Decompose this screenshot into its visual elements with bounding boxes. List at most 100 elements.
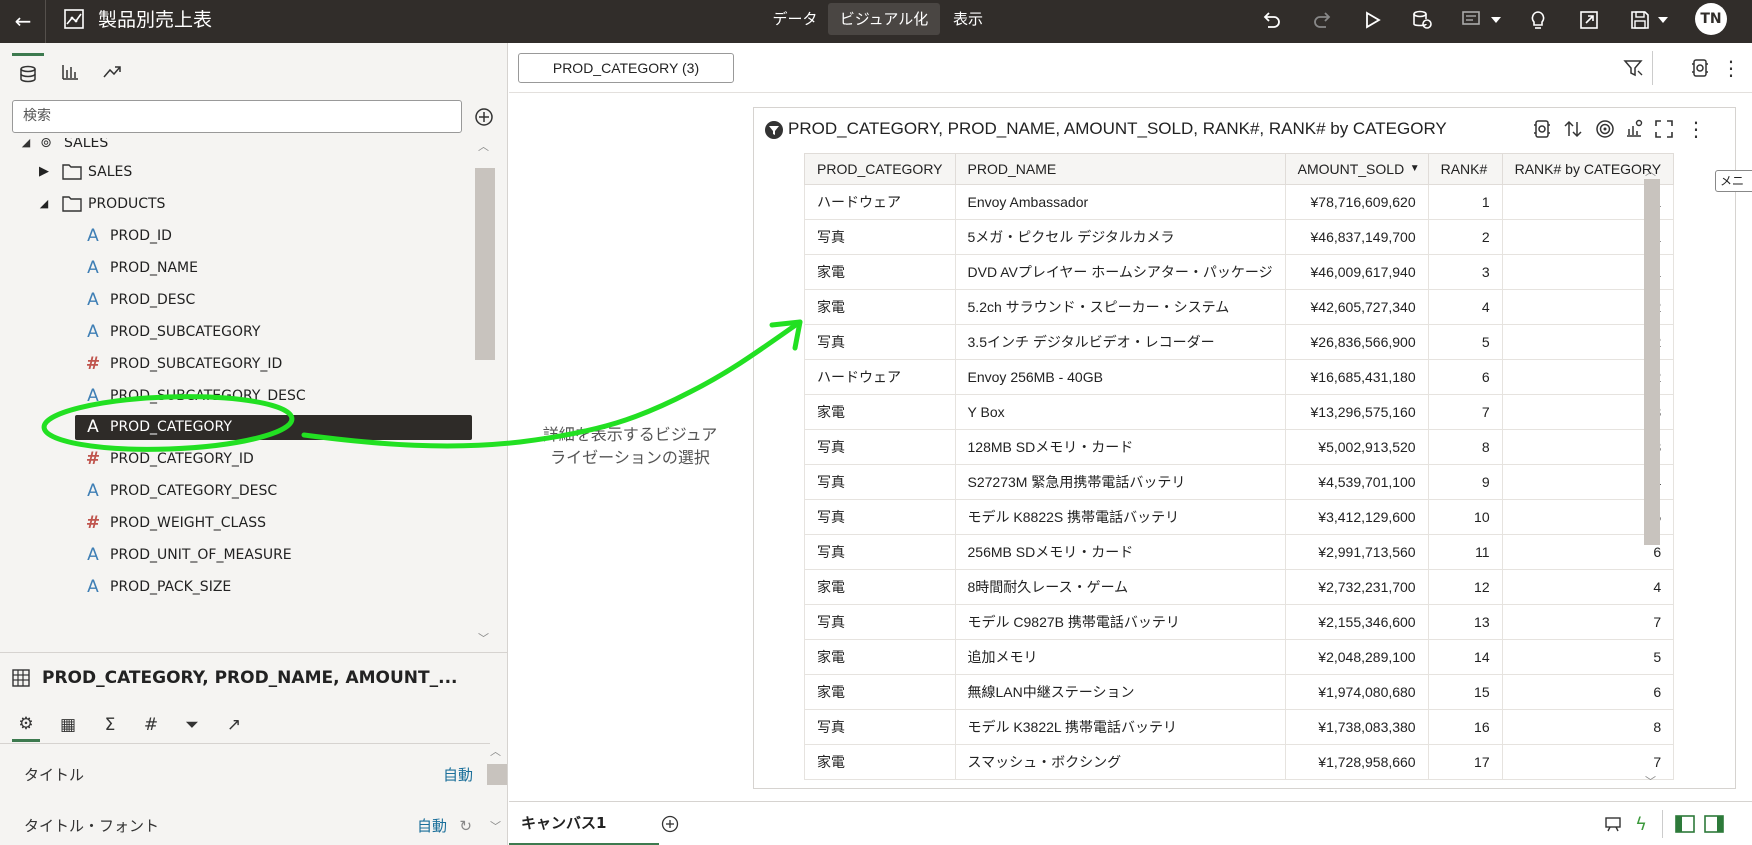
scrollbar-thumb[interactable] xyxy=(487,764,507,785)
table-cell[interactable]: 無線LAN中継ステーション xyxy=(954,674,1286,710)
redo-icon[interactable] xyxy=(1310,7,1336,33)
table-row[interactable]: ハードウェア Envoy 256MB - 40GB ¥16,685,431,180 6… xyxy=(804,359,1675,395)
table-row[interactable]: 写真 モデル K3822L 携帯電話バッテリ ¥1,738,083,380 16 8 xyxy=(804,709,1675,745)
table-row[interactable]: 家電Y Box¥13,296,575,16073 xyxy=(804,394,1675,430)
table-cell[interactable]: 5.2ch サラウンド・スピーカー・システム xyxy=(954,289,1286,325)
table-cell[interactable]: 家電 xyxy=(804,744,956,780)
tree-item-prod-subcategory-desc[interactable]: A PROD_SUBCATEGORY_DESC xyxy=(0,381,476,411)
filter-funnel-icon[interactable] xyxy=(764,120,784,140)
right-panel-toggle-icon[interactable] xyxy=(1703,813,1725,835)
tab-present[interactable]: 表示 xyxy=(942,3,994,35)
table-row[interactable]: 家電 DVD AVプレイヤー ホームシアター・パッケージ ¥46,009,617,9… xyxy=(804,254,1675,290)
tree-item-prod-subcategory-id[interactable]: # PROD_SUBCATEGORY_ID xyxy=(0,349,476,379)
table-cell[interactable]: 3.5インチ デジタルビデオ・レコーダー xyxy=(954,324,1286,360)
comment-icon[interactable] xyxy=(1458,7,1484,33)
table-cell[interactable]: 2 xyxy=(1427,219,1503,255)
gear-icon[interactable]: ⚙ xyxy=(12,708,40,742)
table-cell[interactable]: 家電 xyxy=(804,569,956,605)
tree-item-prod-unit-of-measure[interactable]: A PROD_UNIT_OF_MEASURE xyxy=(0,540,476,570)
table-cell[interactable]: 写真 xyxy=(804,709,956,745)
table-icon[interactable]: ▦ xyxy=(54,708,82,742)
table-cell[interactable]: ¥78,716,609,620 xyxy=(1284,184,1429,220)
tree-item-folder-sales[interactable]: ▶ SALES xyxy=(0,157,476,187)
scrollbar-thumb[interactable] xyxy=(1644,179,1660,545)
table-cell[interactable]: ¥4,539,701,100 xyxy=(1284,464,1429,500)
table-cell[interactable]: 15 xyxy=(1427,674,1503,710)
table-cell[interactable]: 13 xyxy=(1427,604,1503,640)
scroll-down-icon[interactable]: ﹀ xyxy=(490,818,501,834)
table-row[interactable]: 写真 モデル C9827B 携帯電話バッテリ ¥2,155,346,600 13 7 xyxy=(804,604,1675,640)
save-options-chevron-icon[interactable] xyxy=(1650,7,1676,33)
tree-item-prod-desc[interactable]: A PROD_DESC xyxy=(0,285,476,315)
table-cell[interactable]: モデル C9827B 携帯電話バッテリ xyxy=(954,604,1286,640)
expand-arrow-icon[interactable]: ▶ xyxy=(34,157,54,187)
hash-icon[interactable]: # xyxy=(137,708,165,742)
collapse-arrow-icon[interactable]: ◢ xyxy=(34,189,54,219)
table-cell[interactable]: 11 xyxy=(1427,534,1503,570)
column-header[interactable]: PROD_CATEGORY xyxy=(804,153,956,185)
scrollbar-thumb[interactable] xyxy=(475,168,495,360)
table-row[interactable]: 写真5メガ・ピクセル デジタルカメラ¥46,837,149,70021 xyxy=(804,219,1675,255)
user-avatar[interactable]: TN xyxy=(1695,3,1727,35)
table-cell[interactable]: ¥2,155,346,600 xyxy=(1284,604,1429,640)
table-cell[interactable]: 8時間耐久レース・ゲーム xyxy=(954,569,1286,605)
left-panel-toggle-icon[interactable] xyxy=(1674,813,1696,835)
table-cell[interactable]: ¥13,296,575,160 xyxy=(1284,394,1429,430)
tree-scrollbar[interactable]: ︿ ﹀ xyxy=(475,138,495,645)
table-cell[interactable]: ¥2,732,231,700 xyxy=(1284,569,1429,605)
back-arrow-icon[interactable]: ← xyxy=(8,6,38,36)
table-cell[interactable]: 写真 xyxy=(804,499,956,535)
tab-data-elements[interactable] xyxy=(12,53,44,91)
play-icon[interactable] xyxy=(1359,7,1385,33)
table-cell[interactable]: ¥46,837,149,700 xyxy=(1284,219,1429,255)
table-cell[interactable]: 1 xyxy=(1427,184,1503,220)
tree-item-prod-category-desc[interactable]: A PROD_CATEGORY_DESC xyxy=(0,476,476,506)
reset-icon[interactable]: ↻ xyxy=(459,806,472,845)
refresh-data-icon[interactable] xyxy=(1409,7,1435,33)
table-row[interactable]: 写真 256MB SDメモリ・カード ¥2,991,713,560 11 6 xyxy=(804,534,1675,570)
add-data-icon[interactable] xyxy=(474,107,494,127)
table-cell[interactable]: S27273M 緊急用携帯電話バッテリ xyxy=(954,464,1286,500)
tree-item-prod-category[interactable]: A PROD_CATEGORY xyxy=(0,412,476,442)
table-cell[interactable]: 写真 xyxy=(804,534,956,570)
table-cell[interactable]: 14 xyxy=(1427,639,1503,675)
table-row[interactable]: 写真3.5インチ デジタルビデオ・レコーダー¥26,836,566,90052 xyxy=(804,324,1675,360)
tab-data[interactable]: データ xyxy=(758,3,832,35)
table-cell[interactable]: ¥5,002,913,520 xyxy=(1284,429,1429,465)
lightbulb-icon[interactable] xyxy=(1525,7,1551,33)
table-cell[interactable]: ¥2,048,289,100 xyxy=(1284,639,1429,675)
table-cell[interactable]: 写真 xyxy=(804,604,956,640)
table-cell[interactable]: スマッシュ・ボクシング xyxy=(954,744,1286,780)
table-row[interactable]: 写真128MB SDメモリ・カード¥5,002,913,52083 xyxy=(804,429,1675,465)
undo-icon[interactable] xyxy=(1258,7,1284,33)
table-cell[interactable]: 家電 xyxy=(804,394,956,430)
table-cell[interactable]: 家電 xyxy=(804,674,956,710)
scroll-up-icon[interactable]: ︿ xyxy=(478,138,489,154)
tab-analytics[interactable] xyxy=(96,53,128,91)
table-cell[interactable]: 9 xyxy=(1427,464,1503,500)
table-cell[interactable]: モデル K3822L 携帯電話バッテリ xyxy=(954,709,1286,745)
table-cell[interactable]: 5 xyxy=(1427,324,1503,360)
column-header[interactable]: PROD_NAME xyxy=(954,153,1286,185)
tree-item-prod-weight-class[interactable]: # PROD_WEIGHT_CLASS xyxy=(0,508,476,538)
table-cell[interactable]: 3 xyxy=(1427,254,1503,290)
table-cell[interactable]: ¥2,991,713,560 xyxy=(1284,534,1429,570)
table-cell[interactable]: 家電 xyxy=(804,289,956,325)
presentation-icon[interactable] xyxy=(1602,813,1624,835)
table-row[interactable]: 写真モデル K8822S 携帯電話バッテリ¥3,412,129,600105 xyxy=(804,499,1675,535)
table-cell[interactable]: 7 xyxy=(1427,394,1503,430)
table-cell[interactable]: モデル K8822S 携帯電話バッテリ xyxy=(954,499,1286,535)
sigma-icon[interactable]: Σ xyxy=(96,708,124,742)
table-cell[interactable]: DVD AVプレイヤー ホームシアター・パッケージ xyxy=(954,254,1286,290)
tree-item-schema-sales[interactable]: ◢ ⊚ SALES xyxy=(0,138,476,158)
table-cell[interactable]: ¥3,412,129,600 xyxy=(1284,499,1429,535)
tree-item-prod-name[interactable]: A PROD_NAME xyxy=(0,253,476,283)
scroll-down-icon[interactable]: ﹀ xyxy=(1645,773,1656,789)
sort-icon[interactable] xyxy=(1561,116,1585,142)
scroll-up-icon[interactable]: ︿ xyxy=(1645,163,1656,179)
property-title[interactable]: タイトル 自動 xyxy=(0,755,490,795)
table-scrollbar[interactable]: ︿ ﹀ xyxy=(1641,163,1660,788)
table-row[interactable]: 家電 5.2ch サラウンド・スピーカー・システム ¥42,605,727,340 4… xyxy=(804,289,1675,325)
table-cell[interactable]: 12 xyxy=(1427,569,1503,605)
table-cell[interactable]: Envoy Ambassador xyxy=(954,184,1286,220)
